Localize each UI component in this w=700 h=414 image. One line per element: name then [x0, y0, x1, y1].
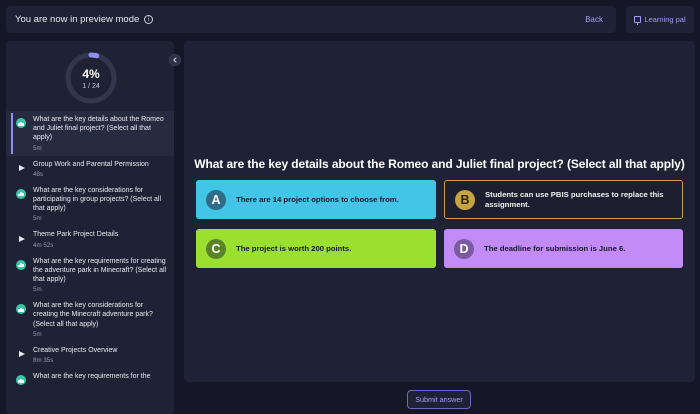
back-button[interactable]: Back	[585, 15, 603, 24]
option-letter: D	[454, 238, 474, 259]
lesson-item[interactable]: Group Work and Parental Permission 48s	[6, 156, 174, 182]
option-letter: A	[206, 189, 226, 210]
collapse-sidebar-button[interactable]	[169, 54, 181, 66]
lesson-list: What are the key details about the Romeo…	[6, 111, 174, 389]
option-text: Students can use PBIS purchases to repla…	[485, 189, 664, 209]
quiz-icon	[16, 259, 26, 270]
chevron-left-icon	[172, 57, 179, 63]
lesson-duration: 5m	[33, 286, 42, 294]
lesson-duration: 8m 35s	[33, 357, 54, 365]
lesson-title: What are the key requirements for the	[33, 373, 151, 381]
lesson-title: What are the key considerations for part…	[33, 186, 162, 213]
option-letter: B	[455, 189, 475, 210]
lesson-duration: 5m	[33, 330, 42, 338]
quiz-icon	[16, 188, 26, 199]
lesson-item[interactable]: What are the key considerations for part…	[6, 182, 174, 227]
lesson-duration: 48s	[33, 170, 43, 178]
progress-percent: 4%	[82, 66, 100, 81]
lesson-sidebar: 4% 1 / 24 What are the key details about…	[6, 41, 174, 414]
option-d[interactable]: D The deadline for submission is June 6.	[444, 229, 683, 268]
lesson-duration: 5m	[33, 215, 42, 223]
learning-pal-button[interactable]: Learning pal	[626, 6, 694, 33]
play-icon	[16, 163, 26, 173]
lesson-item[interactable]: What are the key requirements for the	[6, 368, 174, 389]
lesson-item[interactable]: What are the key considerations for crea…	[6, 297, 174, 342]
learning-pal-label: Learning pal	[644, 15, 686, 24]
lesson-item[interactable]: Creative Projects Overview 8m 35s	[6, 342, 174, 368]
option-text: The project is worth 200 points.	[236, 243, 352, 253]
lesson-item[interactable]: What are the key requirements for creati…	[6, 253, 174, 298]
chat-icon	[634, 16, 642, 25]
question-text: What are the key details about the Romeo…	[194, 157, 685, 171]
option-letter: C	[206, 238, 226, 259]
quiz-icon	[16, 118, 26, 128]
quiz-icon	[16, 375, 26, 386]
option-text: The deadline for submission is June 6.	[484, 243, 626, 253]
submit-answer-button[interactable]: Submit answer	[407, 390, 471, 409]
lesson-title: Group Work and Parental Permission	[33, 160, 149, 168]
lesson-item[interactable]: Theme Park Project Details 4m 52s	[6, 226, 174, 252]
lesson-duration: 5m	[33, 144, 42, 152]
preview-mode-text: You are now in preview mode	[15, 14, 140, 25]
option-a[interactable]: A There are 14 project options to choose…	[196, 180, 436, 219]
quiz-icon	[16, 304, 26, 315]
progress-ring: 4% 1 / 24	[64, 51, 118, 105]
lesson-item[interactable]: What are the key details about the Romeo…	[6, 111, 174, 156]
lesson-title: What are the key details about the Romeo…	[33, 116, 164, 142]
option-b[interactable]: B Students can use PBIS purchases to rep…	[444, 180, 683, 219]
progress-count: 1 / 24	[82, 82, 100, 90]
lesson-title: Creative Projects Overview	[33, 346, 118, 354]
lesson-title: What are the key considerations for crea…	[33, 302, 153, 328]
option-c[interactable]: C The project is worth 200 points.	[196, 229, 436, 268]
play-icon	[16, 349, 26, 359]
preview-mode-bar: You are now in preview mode i Back	[6, 6, 616, 33]
play-icon	[16, 233, 26, 243]
lesson-title: What are the key requirements for creati…	[33, 257, 167, 284]
option-text: There are 14 project options to choose f…	[236, 194, 399, 204]
info-icon[interactable]: i	[144, 15, 154, 24]
lesson-duration: 4m 52s	[33, 241, 54, 249]
lesson-title: Theme Park Project Details	[33, 231, 119, 239]
